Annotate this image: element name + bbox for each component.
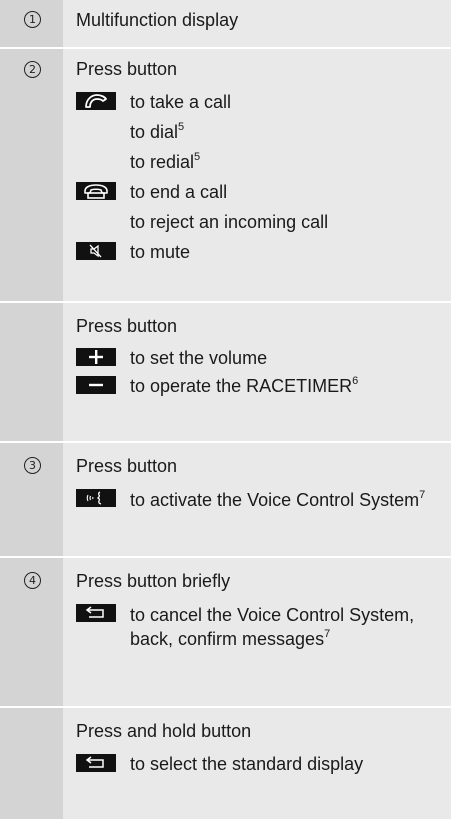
function-text: to operate the RACETIMER6 xyxy=(130,375,359,397)
number-column xyxy=(0,708,63,819)
footnote-marker: 5 xyxy=(178,121,185,133)
table-row: 2 Press button to take a call to dial5 t… xyxy=(0,49,451,303)
button-entry: to mute xyxy=(76,241,445,263)
table-row: Press button to set the volume to operat… xyxy=(0,303,451,443)
number-column: 2 xyxy=(0,49,63,301)
row-content: Multifunction display xyxy=(63,0,451,47)
row-title: Press button xyxy=(76,456,178,476)
row-title: Press button xyxy=(76,316,178,336)
mute-icon xyxy=(76,242,116,260)
row-title: Multifunction display xyxy=(76,10,239,30)
item-number-badge: 1 xyxy=(24,11,41,28)
phone-pickup-icon xyxy=(76,92,116,110)
button-entry: to end a call to reject an incoming call xyxy=(76,181,445,233)
row-title: Press button briefly xyxy=(76,571,231,591)
button-function-table: 1 Multifunction display 2 Press button t… xyxy=(0,0,451,819)
table-row: 3 Press button to activate the Voice Con… xyxy=(0,443,451,558)
item-number-badge: 2 xyxy=(24,61,41,78)
button-entry: to operate the RACETIMER6 xyxy=(76,375,445,397)
phone-hangup-icon xyxy=(76,182,116,200)
row-title: Press and hold button xyxy=(76,721,252,741)
footnote-marker: 7 xyxy=(419,489,426,501)
function-text: to mute xyxy=(130,242,191,262)
row-content: Press button to set the volume to operat… xyxy=(63,303,451,441)
function-text: to reject an incoming call xyxy=(130,212,329,232)
row-content: Press and hold button to select the stan… xyxy=(63,708,451,819)
button-entry: to take a call to dial5 to redial5 xyxy=(76,91,445,173)
function-text: to set the volume xyxy=(130,348,268,368)
table-row: Press and hold button to select the stan… xyxy=(0,708,451,819)
footnote-marker: 7 xyxy=(324,628,331,640)
function-text: to redial5 xyxy=(130,151,201,173)
item-number-badge: 3 xyxy=(24,457,41,474)
row-content: Press button to take a call to dial5 to … xyxy=(63,49,451,301)
function-text: to select the standard display xyxy=(130,754,364,774)
function-text: to activate the Voice Control System7 xyxy=(130,489,426,511)
function-text: to take a call xyxy=(130,92,232,112)
table-row: 4 Press button briefly to cancel the Voi… xyxy=(0,558,451,708)
number-column xyxy=(0,303,63,441)
button-entry: to cancel the Voice Control System, back… xyxy=(76,603,445,651)
row-content: Press button briefly to cancel the Voice… xyxy=(63,558,451,706)
function-text: to end a call xyxy=(130,182,228,202)
back-icon xyxy=(76,604,116,622)
row-title: Press button xyxy=(76,59,178,79)
button-entry: to activate the Voice Control System7 xyxy=(76,488,445,512)
plus-icon xyxy=(76,348,116,366)
button-entry: to set the volume xyxy=(76,347,445,369)
table-row: 1 Multifunction display xyxy=(0,0,451,49)
footnote-marker: 6 xyxy=(352,375,359,387)
back-icon xyxy=(76,754,116,772)
function-text: to cancel the Voice Control System, back… xyxy=(130,605,415,649)
number-column: 3 xyxy=(0,443,63,556)
number-column: 4 xyxy=(0,558,63,706)
item-number-badge: 4 xyxy=(24,572,41,589)
button-entry: to select the standard display xyxy=(76,753,445,775)
minus-icon xyxy=(76,376,116,394)
row-content: Press button to activate the Voice Contr… xyxy=(63,443,451,556)
function-text: to dial5 xyxy=(130,121,185,143)
voice-control-icon xyxy=(76,489,116,507)
number-column: 1 xyxy=(0,0,63,47)
footnote-marker: 5 xyxy=(194,151,201,163)
